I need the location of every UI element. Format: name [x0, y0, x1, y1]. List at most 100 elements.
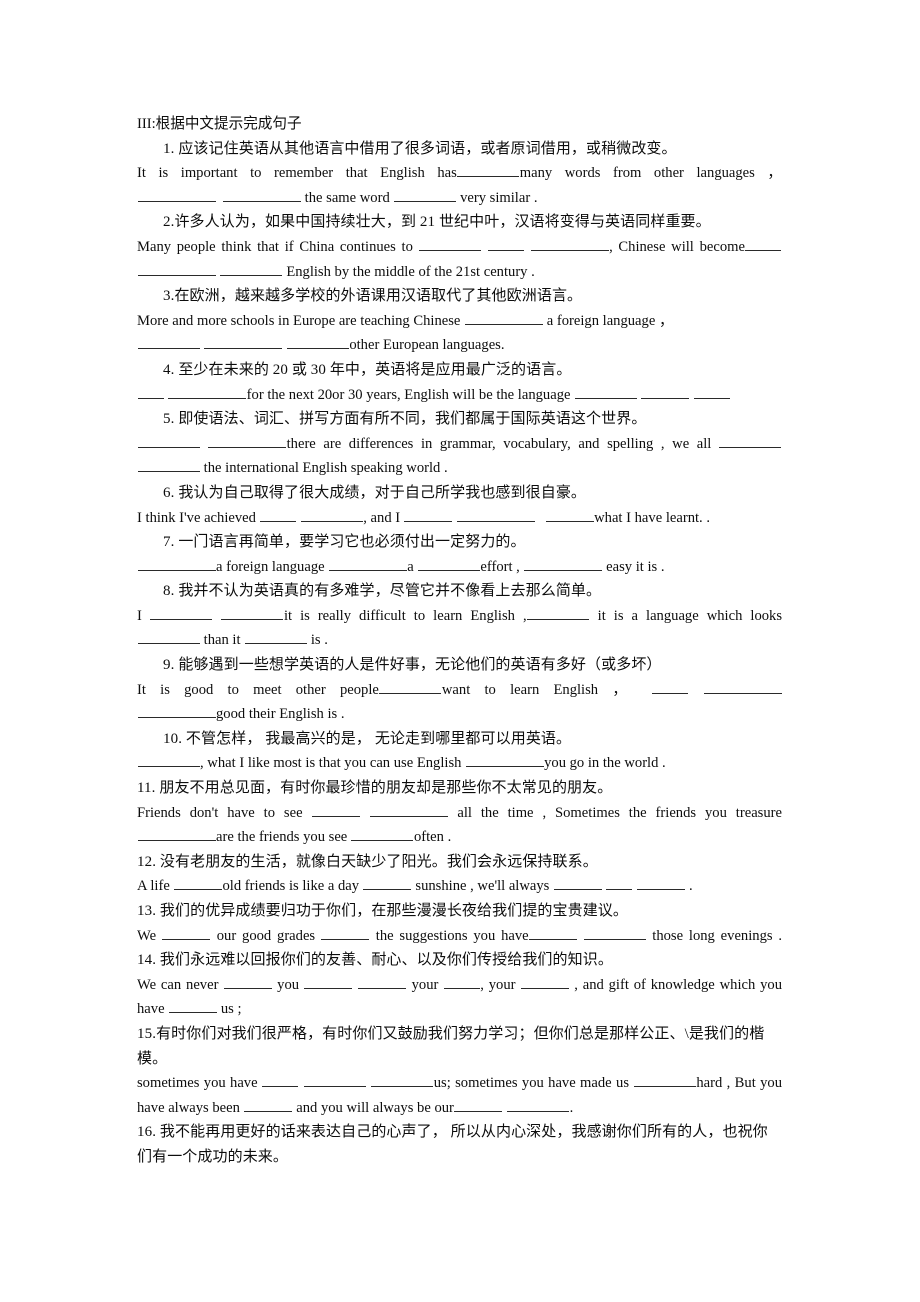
prompt-chinese-1: 1. 应该记住英语从其他语言中借用了很多词语，或者原词借用，或稍微改变。: [137, 137, 782, 162]
answer-line-14a: We can never you your , your , and gift …: [137, 973, 782, 1022]
prompt-chinese-7: 7. 一门语言再简单，要学习它也必须付出一定努力的。: [137, 530, 782, 555]
answer-line-15a: sometimes you have us; sometimes you hav…: [137, 1071, 782, 1120]
item-number-10: 10.: [163, 730, 183, 747]
blank-field[interactable]: [137, 335, 200, 350]
answer-text: it is a language which looks: [597, 607, 783, 624]
blank-field[interactable]: [174, 876, 222, 891]
blank-field[interactable]: [456, 507, 535, 522]
item-number-4: 4.: [163, 361, 175, 378]
blank-field[interactable]: [220, 261, 283, 276]
blank-field[interactable]: [260, 507, 297, 522]
blank-field[interactable]: [321, 925, 370, 940]
blank-field[interactable]: [137, 433, 200, 448]
blank-field[interactable]: [583, 925, 646, 940]
blank-field[interactable]: [371, 1073, 434, 1088]
blank-field[interactable]: [379, 679, 442, 694]
blank-field[interactable]: [223, 974, 272, 989]
item-number-5: 5.: [163, 411, 175, 428]
blank-field[interactable]: [162, 925, 211, 940]
answer-text: Friends don't have to see: [137, 804, 303, 821]
blank-field[interactable]: [137, 261, 216, 276]
blank-field[interactable]: [137, 458, 200, 473]
blank-field[interactable]: [328, 556, 407, 571]
answer-text: , what I like most is that you can use E…: [200, 755, 462, 772]
blank-field[interactable]: [137, 704, 216, 719]
blank-field[interactable]: [204, 335, 283, 350]
blank-field[interactable]: [300, 507, 363, 522]
blank-field[interactable]: [464, 310, 543, 325]
blank-field[interactable]: [520, 974, 569, 989]
blank-field[interactable]: [693, 384, 730, 399]
answer-text: there are differences in grammar, vocabu…: [286, 435, 712, 452]
blank-field[interactable]: [363, 876, 412, 891]
answer-line-1b: the same word very similar .: [137, 186, 782, 211]
blank-field[interactable]: [222, 187, 301, 202]
answer-text: easy it is .: [606, 558, 665, 575]
answer-text: you: [277, 976, 300, 993]
blank-field[interactable]: [574, 384, 637, 399]
blank-field[interactable]: [150, 605, 213, 620]
blank-field[interactable]: [641, 384, 690, 399]
blank-field[interactable]: [286, 335, 349, 350]
blank-field[interactable]: [137, 630, 200, 645]
blank-field[interactable]: [465, 753, 544, 768]
blank-field[interactable]: [545, 507, 594, 522]
blank-field[interactable]: [652, 679, 689, 694]
blank-field[interactable]: [454, 1097, 503, 1112]
blank-field[interactable]: [393, 187, 456, 202]
blank-field[interactable]: [303, 1073, 366, 1088]
blank-field[interactable]: [244, 1097, 293, 1112]
blank-field[interactable]: [633, 1073, 696, 1088]
blank-field[interactable]: [137, 384, 164, 399]
prompt-text-3: 在欧洲，越来越多学校的外语课用汉语取代了其他欧洲语言。: [174, 288, 583, 305]
blank-field[interactable]: [244, 630, 307, 645]
answer-line-2b: English by the middle of the 21st centur…: [137, 260, 782, 285]
blank-field[interactable]: [529, 925, 578, 940]
item-number-2: 2.: [163, 214, 175, 231]
blank-field[interactable]: [527, 605, 590, 620]
answer-text: are the friends you see: [216, 829, 348, 846]
answer-text: us; sometimes you have made us: [433, 1075, 629, 1092]
blank-field[interactable]: [606, 876, 633, 891]
answer-line-3b: other European languages.: [137, 333, 782, 358]
blank-field[interactable]: [369, 802, 448, 817]
blank-field[interactable]: [312, 802, 360, 817]
blank-field[interactable]: [351, 827, 414, 842]
blank-field[interactable]: [137, 753, 200, 768]
blank-field[interactable]: [524, 556, 602, 571]
blank-field[interactable]: [137, 187, 216, 202]
blank-field[interactable]: [745, 237, 782, 251]
item-number-15: 15.: [137, 1025, 157, 1042]
answer-text: other European languages.: [349, 337, 505, 354]
answer-text: sometimes you have: [137, 1075, 258, 1092]
answer-text: than it: [203, 632, 241, 649]
blank-field[interactable]: [636, 876, 685, 891]
prompt-chinese-4: 4. 至少在未来的 20 或 30 年中，英语将是应用最广泛的语言。: [137, 358, 782, 383]
blank-field[interactable]: [719, 433, 782, 448]
blank-field[interactable]: [417, 556, 480, 571]
answer-text: I think I've achieved: [137, 509, 256, 526]
blank-field[interactable]: [703, 679, 782, 694]
blank-field[interactable]: [137, 556, 216, 571]
answer-text: our good grades: [216, 927, 316, 944]
blank-field[interactable]: [221, 605, 284, 620]
section-heading: III:根据中文提示完成句子: [137, 116, 302, 132]
blank-field[interactable]: [262, 1073, 299, 1088]
blank-field[interactable]: [530, 237, 609, 251]
blank-field[interactable]: [137, 827, 216, 842]
answer-line-10a: , what I like most is that you can use E…: [137, 751, 782, 776]
answer-text: Many people think that if China continue…: [137, 238, 413, 255]
blank-field[interactable]: [419, 237, 482, 251]
blank-field[interactable]: [457, 163, 520, 178]
blank-field[interactable]: [404, 507, 453, 522]
blank-field[interactable]: [304, 974, 353, 989]
blank-field[interactable]: [553, 876, 602, 891]
blank-field[interactable]: [443, 974, 480, 989]
document-body: III:根据中文提示完成句子 1. 应该记住英语从其他语言中借用了很多词语，或者…: [137, 112, 782, 1170]
blank-field[interactable]: [208, 433, 287, 448]
blank-field[interactable]: [168, 999, 217, 1014]
blank-field[interactable]: [487, 237, 524, 251]
blank-field[interactable]: [168, 384, 247, 399]
blank-field[interactable]: [507, 1097, 570, 1112]
blank-field[interactable]: [358, 974, 407, 989]
